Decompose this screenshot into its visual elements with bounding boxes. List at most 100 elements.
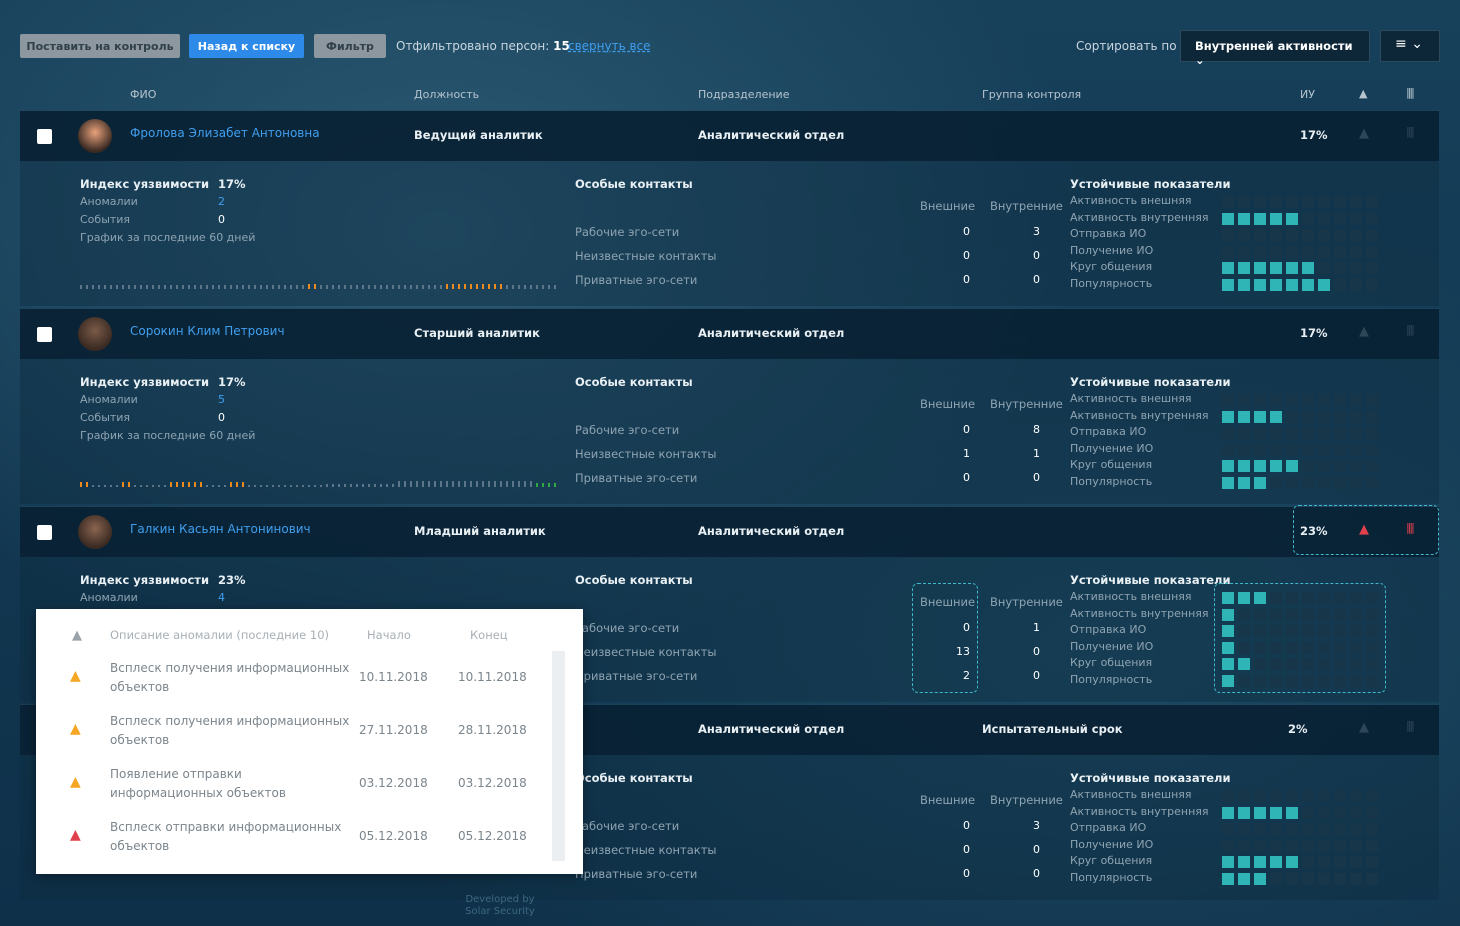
indicator-cell	[1366, 856, 1378, 869]
chart-bar	[140, 285, 142, 289]
anomaly-desc[interactable]: Появление отправки информационных объект…	[110, 765, 350, 803]
warning-icon[interactable]: ▲	[1359, 324, 1369, 339]
sort-order-button[interactable]: ≡ ⌄	[1380, 30, 1440, 62]
indicator-cell	[1238, 427, 1250, 440]
anomaly-desc[interactable]: Всплеск получения информационных объекто…	[110, 712, 350, 750]
select-checkbox[interactable]	[37, 327, 52, 342]
filter-button[interactable]: Фильтр	[314, 34, 386, 58]
chart-bar	[368, 484, 370, 487]
indicator-label: Получение ИО	[1070, 837, 1154, 851]
avatar	[78, 515, 112, 549]
anomalies-value[interactable]: 4	[218, 591, 225, 604]
events-value: 0	[218, 213, 225, 226]
chart-bar	[194, 285, 196, 289]
indicator-cell	[1238, 229, 1250, 242]
chart-bar	[206, 285, 208, 289]
chart-bar	[530, 481, 532, 487]
collapse-all-link[interactable]: свернуть все	[568, 39, 651, 53]
anomaly-end: 03.12.2018	[458, 776, 527, 790]
indicator-cell	[1270, 806, 1282, 819]
chart-bar	[506, 481, 508, 487]
select-checkbox[interactable]	[37, 525, 52, 540]
chart-bar	[230, 285, 232, 289]
chart-bar	[332, 285, 334, 289]
indicator-cell	[1350, 394, 1362, 406]
indicator-cell	[1334, 460, 1346, 473]
internal-label: Внутренние	[990, 397, 1063, 411]
contact-label: Рабочие эго-сети	[575, 621, 680, 635]
indicator-cell	[1366, 262, 1378, 275]
contact-internal: 0	[1033, 867, 1040, 880]
chart-bar	[296, 485, 298, 487]
contact-internal: 8	[1033, 423, 1040, 436]
indicator-label: Популярность	[1070, 673, 1153, 686]
internal-label: Внутренние	[990, 199, 1063, 213]
indicator-cell	[1222, 427, 1234, 440]
sort-dropdown[interactable]: Внутренней активности ⌄	[1180, 30, 1370, 67]
col-group: Группа контроля	[982, 88, 1082, 101]
indicator-cell	[1302, 229, 1314, 242]
indicator-label: Круг общения	[1070, 656, 1153, 670]
select-checkbox[interactable]	[37, 129, 52, 144]
indicator-cell	[1366, 279, 1378, 291]
popup-scrollbar[interactable]	[552, 651, 565, 861]
warning-icon[interactable]: ▲	[1359, 720, 1369, 735]
chart-bar	[500, 284, 502, 289]
anomaly-desc[interactable]: Всплеск отправки информационных объектов	[110, 818, 350, 856]
chart-bar	[338, 484, 340, 487]
chart-bar	[344, 285, 346, 289]
anomalies-value[interactable]: 2	[218, 195, 225, 208]
chart-bar	[86, 482, 88, 487]
person-row[interactable]: Галкин Касьян Антонинович Младший аналити…	[20, 505, 1439, 557]
chart-bar	[446, 284, 448, 289]
chart-bar	[326, 484, 328, 487]
chart-bar	[482, 284, 484, 289]
warning-icon[interactable]: ▲	[1359, 126, 1369, 141]
anomalies-value[interactable]: 5	[218, 393, 225, 406]
contact-internal: 0	[1033, 645, 1040, 658]
indicator-cell	[1334, 856, 1346, 869]
chart-bar	[494, 284, 496, 289]
chart-bar	[416, 481, 418, 487]
chart-bar	[242, 482, 244, 487]
indicator-cell	[1286, 839, 1298, 852]
indicator-cell	[1302, 477, 1314, 489]
back-to-list-button[interactable]: Назад к списку	[189, 34, 304, 58]
indicator-cell	[1302, 856, 1314, 869]
set-control-button[interactable]: Поставить на контроль	[20, 34, 180, 58]
indicator-cell	[1334, 245, 1346, 258]
indicator-cell	[1286, 279, 1298, 291]
indicator-cell	[1350, 873, 1362, 885]
contact-external: 1	[963, 447, 970, 460]
filtered-label: Отфильтровано персон: 15	[396, 39, 570, 53]
person-row[interactable]: Фролова Элизабет Антоновна Ведущий аналит…	[20, 111, 1439, 161]
person-card: Сорокин Клим Петрович Старший аналитик Ана…	[20, 308, 1439, 504]
chart-bar	[290, 485, 292, 487]
indicator-label: Активность внешняя	[1070, 788, 1192, 801]
indicator-cell	[1318, 427, 1330, 440]
chart-bar	[458, 284, 460, 289]
indicator-cell	[1254, 873, 1266, 885]
chart-bar	[362, 484, 364, 487]
indicator-cell	[1302, 823, 1314, 836]
indicator-label: Круг общения	[1070, 260, 1153, 274]
chart-bar	[320, 285, 322, 289]
person-name[interactable]: Фролова Элизабет Антоновна	[130, 126, 320, 140]
anomaly-desc[interactable]: Всплеск получения информационных объекто…	[110, 659, 350, 697]
indicator-cell	[1254, 394, 1266, 406]
indicator-cell	[1302, 873, 1314, 885]
person-name[interactable]: Галкин Касьян Антонинович	[130, 522, 311, 536]
chart-bar	[206, 485, 208, 487]
chart-bar	[464, 284, 466, 289]
person-row[interactable]: Сорокин Клим Петрович Старший аналитик Ана…	[20, 309, 1439, 359]
indicator-cell	[1270, 856, 1282, 869]
indicator-cell	[1334, 410, 1346, 423]
indicator-label: Активность внутренняя	[1070, 408, 1209, 422]
contact-external: 0	[963, 867, 970, 880]
chart-bar	[380, 484, 382, 487]
anomaly-end: 28.11.2018	[458, 723, 527, 737]
battery-icon: ||||	[1406, 323, 1415, 336]
person-name[interactable]: Сорокин Клим Петрович	[130, 324, 285, 338]
chart-bar	[302, 485, 304, 487]
indicator-cell	[1254, 410, 1266, 423]
